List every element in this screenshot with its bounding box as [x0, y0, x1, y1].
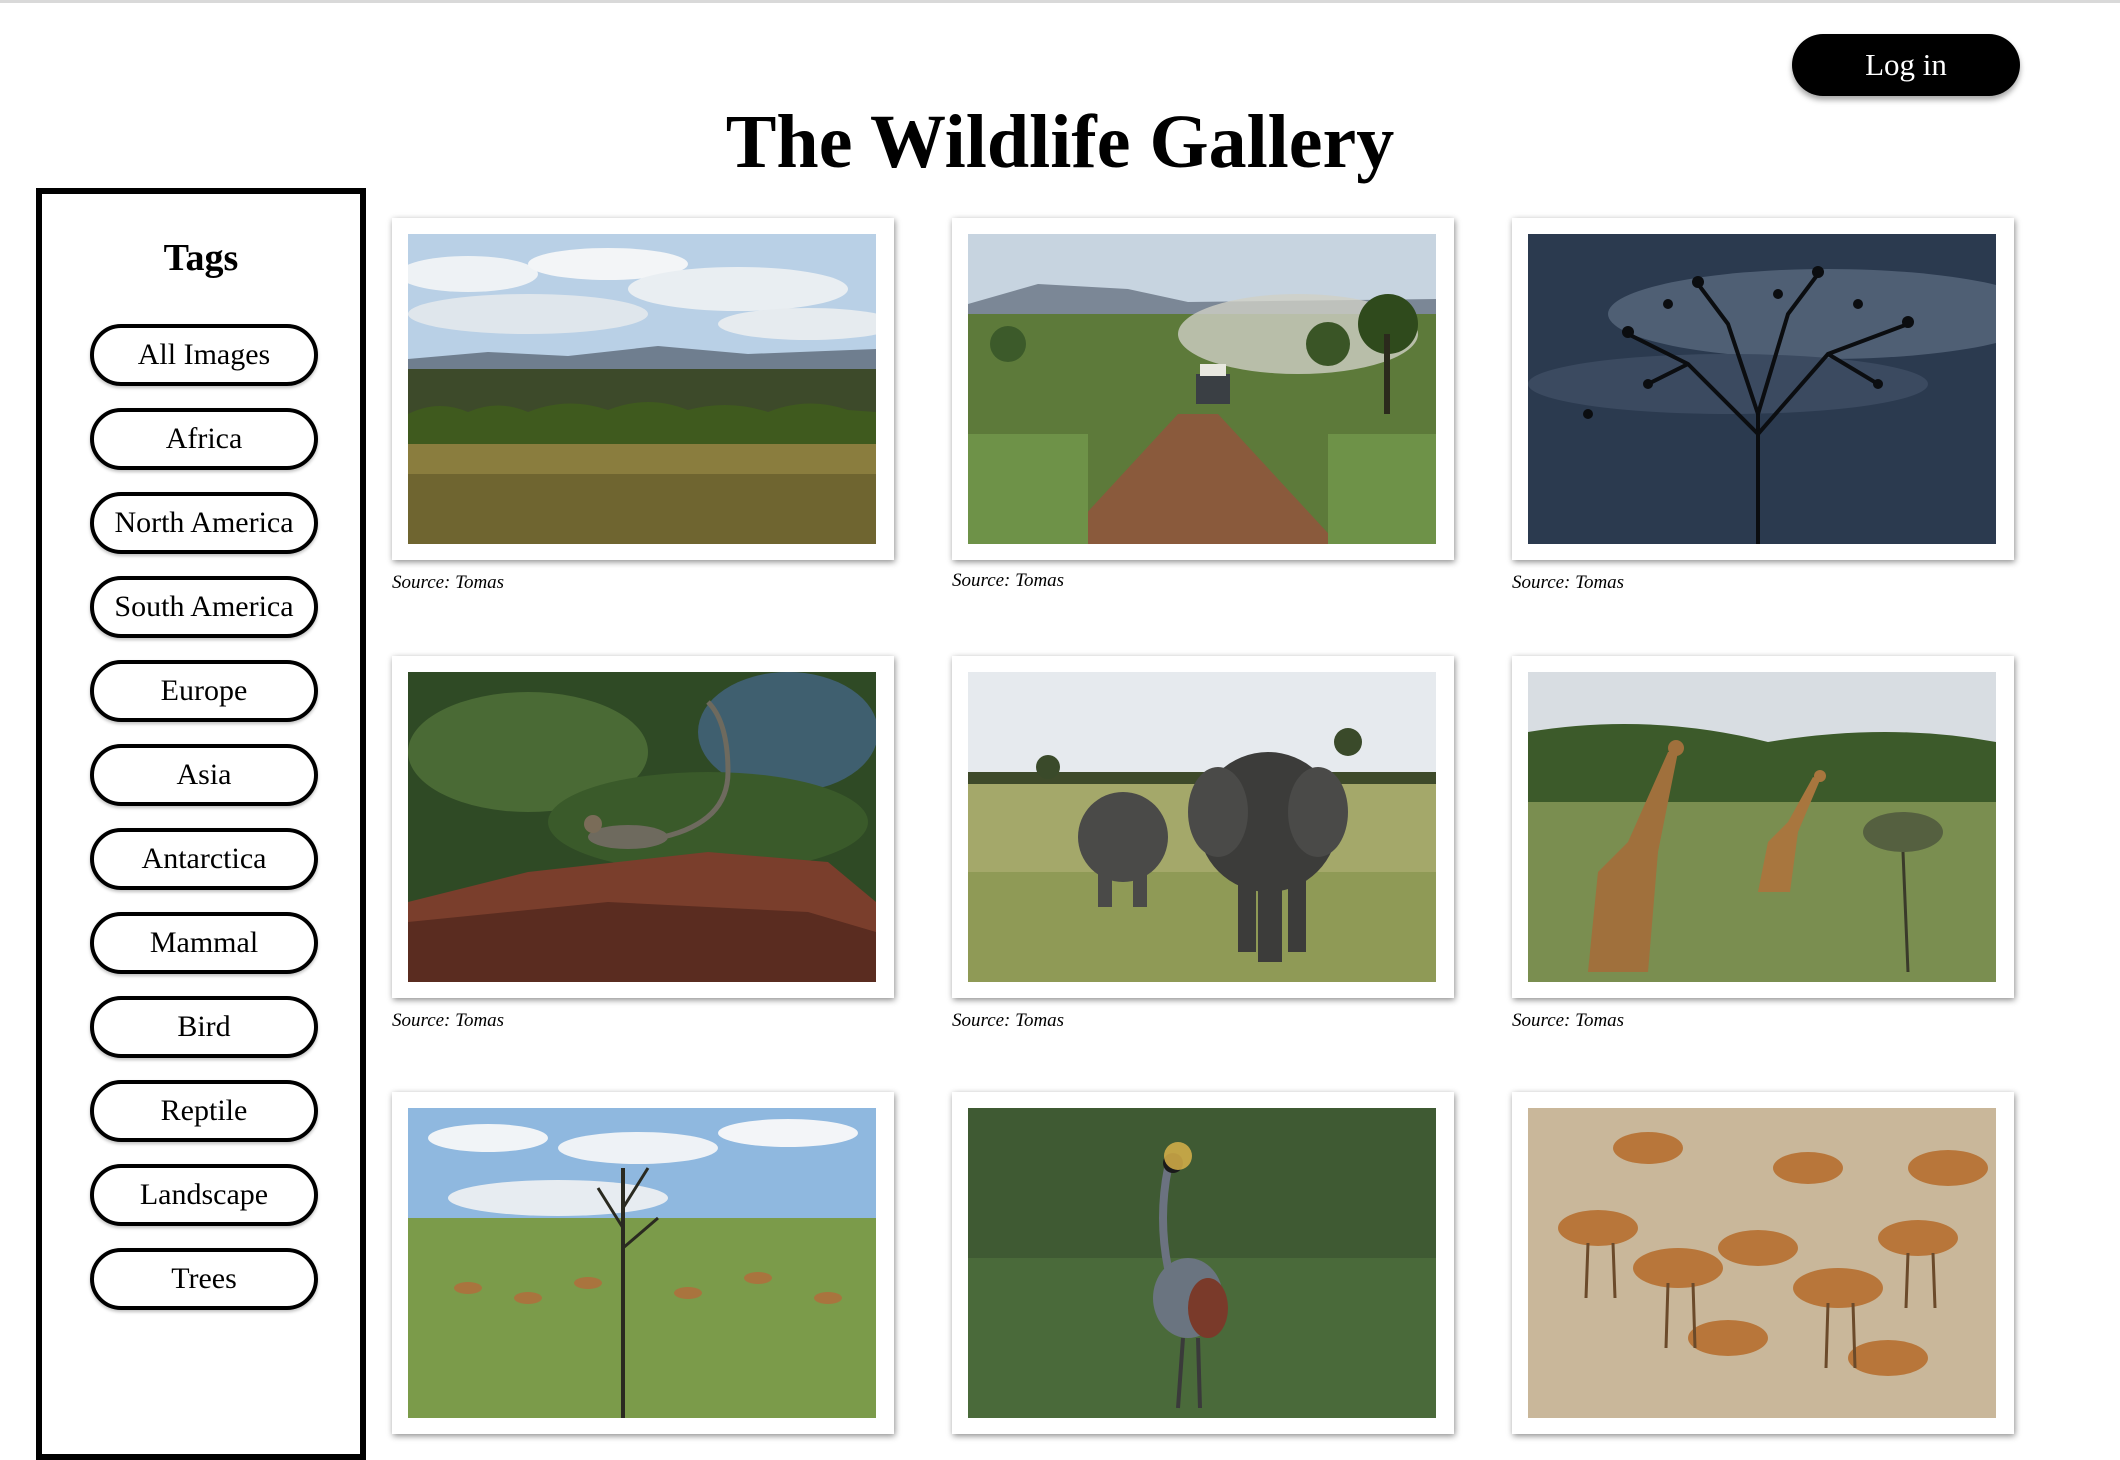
- elephants-photo[interactable]: [968, 672, 1436, 982]
- impalas-photo[interactable]: [1528, 1108, 1996, 1418]
- top-divider: [0, 0, 2120, 3]
- photo-card[interactable]: [392, 218, 894, 560]
- safari-road-photo[interactable]: [968, 234, 1436, 544]
- tag-bird[interactable]: Bird: [90, 996, 318, 1058]
- photo-card[interactable]: [1512, 218, 2014, 560]
- gazelles-plain-photo[interactable]: [408, 1108, 876, 1418]
- savanna-landscape-photo[interactable]: [408, 234, 876, 544]
- photo-caption: Source: Tomas: [952, 1010, 1065, 1031]
- photo-caption: Source: Tomas: [392, 1010, 505, 1031]
- tag-all-images[interactable]: All Images: [90, 324, 318, 386]
- photo-card[interactable]: [952, 656, 1454, 998]
- tag-south-america[interactable]: South America: [90, 576, 318, 638]
- giraffes-photo[interactable]: [1528, 672, 1996, 982]
- photo-card[interactable]: [952, 1092, 1454, 1434]
- lizard-on-rock-photo[interactable]: [408, 672, 876, 982]
- photo-card[interactable]: [1512, 1092, 2014, 1434]
- tag-antarctica[interactable]: Antarctica: [90, 828, 318, 890]
- tag-north-america[interactable]: North America: [90, 492, 318, 554]
- tags-sidebar: Tags All Images Africa North America Sou…: [36, 188, 366, 1460]
- photo-card[interactable]: [952, 218, 1454, 560]
- tag-mammal[interactable]: Mammal: [90, 912, 318, 974]
- tag-trees[interactable]: Trees: [90, 1248, 318, 1310]
- photo-caption: Source: Tomas: [952, 570, 1065, 591]
- photo-card[interactable]: [392, 656, 894, 998]
- photo-caption: Source: Tomas: [1512, 572, 1625, 593]
- crowned-crane-photo[interactable]: [968, 1108, 1436, 1418]
- photo-card[interactable]: [392, 1092, 894, 1434]
- photo-card[interactable]: [1512, 656, 2014, 998]
- sidebar-title: Tags: [163, 237, 239, 279]
- tag-africa[interactable]: Africa: [90, 408, 318, 470]
- photo-caption: Source: Tomas: [1512, 1010, 1625, 1031]
- page-title: The Wildlife Gallery: [725, 100, 1395, 184]
- photo-caption: Source: Tomas: [392, 572, 505, 593]
- tag-reptile[interactable]: Reptile: [90, 1080, 318, 1142]
- birds-in-tree-photo[interactable]: [1528, 234, 1996, 544]
- tag-europe[interactable]: Europe: [90, 660, 318, 722]
- tag-landscape[interactable]: Landscape: [90, 1164, 318, 1226]
- tag-asia[interactable]: Asia: [90, 744, 318, 806]
- login-button[interactable]: Log in: [1792, 34, 2020, 96]
